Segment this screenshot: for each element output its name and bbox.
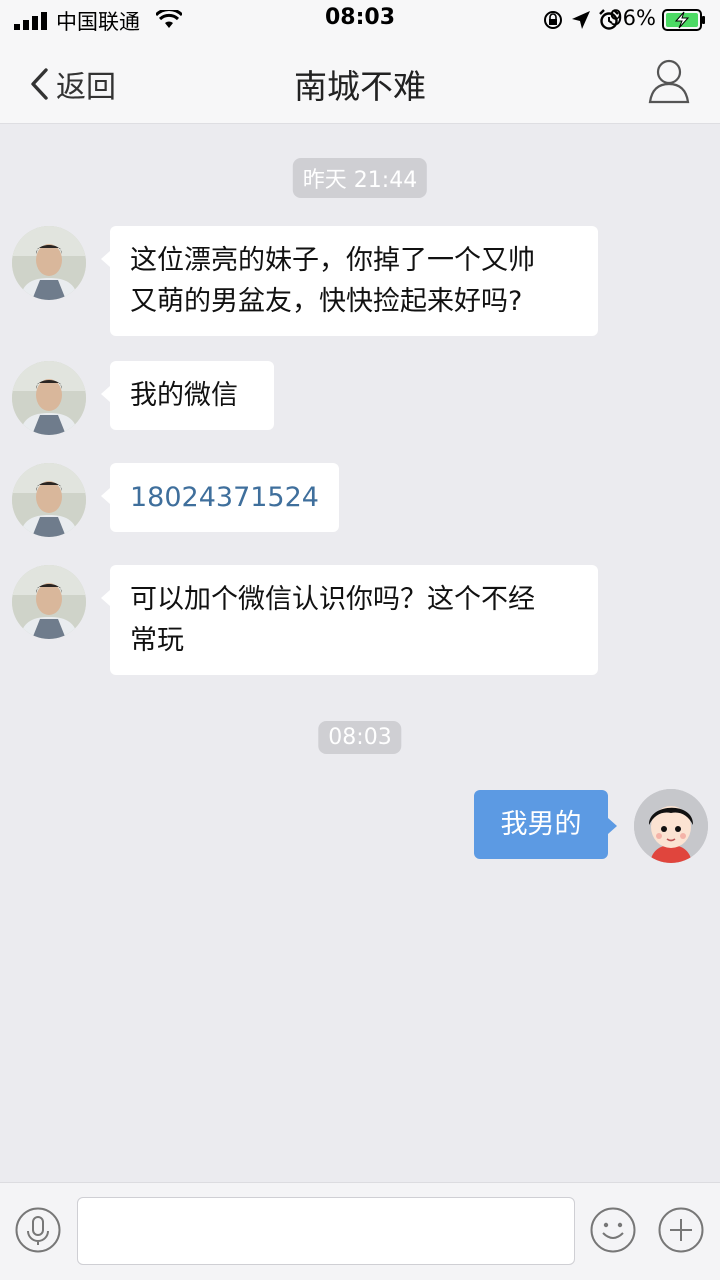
person-icon[interactable] [648, 58, 690, 104]
microphone-icon[interactable] [15, 1207, 61, 1253]
contact-avatar-image [12, 361, 86, 435]
avatar[interactable] [12, 226, 86, 300]
contact-avatar-image [12, 226, 86, 300]
orientation-lock-icon [544, 11, 562, 29]
smiley-icon[interactable] [590, 1207, 636, 1253]
incoming-message-bubble[interactable]: 这位漂亮的妹子，你掉了一个又帅 又萌的男盆友，快快捡起来好吗? [101, 226, 598, 336]
outgoing-message-bubble[interactable]: 我男的 [474, 790, 617, 859]
phone-number-link[interactable]: 18024371524 [101, 463, 339, 532]
avatar[interactable] [12, 361, 86, 435]
user-avatar-image [634, 789, 708, 863]
timestamp-label: 08:03 [318, 721, 402, 754]
contact-avatar-image [12, 565, 86, 639]
location-icon [572, 11, 590, 29]
battery-charging-icon [662, 9, 705, 31]
page-title: 南城不难 [294, 67, 426, 106]
contact-avatar-image [12, 463, 86, 537]
avatar[interactable] [12, 463, 86, 537]
timestamp-label: 昨天 21:44 [292, 158, 428, 198]
message-input[interactable] [77, 1197, 575, 1265]
status-bar: 中国联通 08:03 96% [0, 0, 720, 40]
navigation-bar: 返回 南城不难 [0, 40, 720, 124]
chat-screen: 中国联通 08:03 96% 返回 南城不难 昨天 21:44 这位漂亮的妹子，… [0, 0, 720, 1280]
plus-icon[interactable] [658, 1207, 704, 1253]
avatar[interactable] [634, 789, 708, 863]
incoming-message-bubble[interactable]: 可以加个微信认识你吗？这个不经 常玩 [101, 565, 598, 675]
avatar[interactable] [12, 565, 86, 639]
battery-percent: 96% [609, 6, 656, 30]
incoming-message-bubble[interactable]: 我的微信 [101, 361, 274, 430]
input-bar [0, 1182, 720, 1280]
